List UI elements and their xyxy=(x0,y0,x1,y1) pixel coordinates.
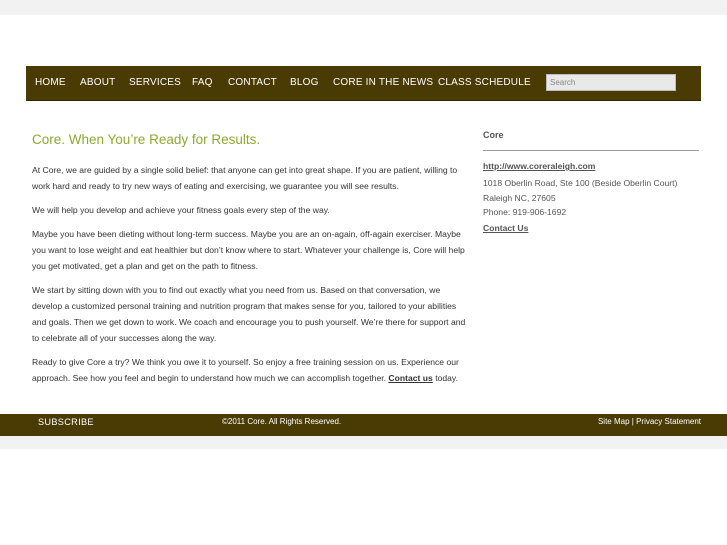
nav-faq[interactable]: FAQ xyxy=(192,66,213,100)
footer-separator: | xyxy=(631,417,634,426)
sidebar: Core http://www.coreraleigh.com 1018 Obe… xyxy=(483,128,699,236)
subscribe-link[interactable]: SUBSCRIBE xyxy=(38,414,94,430)
challenge-paragraph: Maybe you have been dieting without long… xyxy=(32,229,465,271)
footer-links: Site Map | Privacy Statement xyxy=(598,414,701,429)
address-line-1: 1018 Oberlin Road, Ste 100 (Beside Oberl… xyxy=(483,178,678,188)
nav-home[interactable]: HOME xyxy=(35,66,66,100)
nav-services[interactable]: SERVICES xyxy=(129,66,181,100)
search-input[interactable] xyxy=(546,74,676,91)
goals-paragraph: We will help you develop and achieve you… xyxy=(32,205,330,215)
intro-paragraph: At Core, we are guided by a single solid… xyxy=(32,165,458,191)
contact-us-link[interactable]: Contact us xyxy=(388,373,432,383)
page-title: Core. When You’re Ready for Results. xyxy=(32,132,261,147)
footer: SUBSCRIBE ©2011 Core. All Rights Reserve… xyxy=(0,414,727,436)
copyright-text: ©2011 Core. All Rights Reserved. xyxy=(222,417,342,426)
process-paragraph: We start by sitting down with you to fin… xyxy=(32,285,466,343)
nav-core-in-the-news[interactable]: CORE IN THE NEWS xyxy=(333,66,433,100)
bottom-strip xyxy=(0,436,727,449)
phone-number: Phone: 919-906-1692 xyxy=(483,207,567,217)
sidebar-contact-link[interactable]: Contact Us xyxy=(483,220,699,236)
nav-blog[interactable]: BLOG xyxy=(290,66,319,100)
top-strip xyxy=(0,0,727,15)
main-content: Core. When You’re Ready for Results. At … xyxy=(32,130,472,394)
sidebar-title: Core xyxy=(483,130,504,140)
main-nav: HOME ABOUT SERVICES FAQ CONTACT BLOG COR… xyxy=(26,66,701,101)
nav-contact[interactable]: CONTACT xyxy=(228,66,277,100)
nav-class-schedule[interactable]: CLASS SCHEDULE xyxy=(438,66,531,100)
sidebar-divider xyxy=(483,150,699,151)
website-link[interactable]: http://www.coreraleigh.com xyxy=(483,159,699,173)
cta-end-text: today. xyxy=(435,373,458,383)
address-line-2: Raleigh NC, 27605 xyxy=(483,192,556,203)
site-map-link[interactable]: Site Map xyxy=(598,417,630,426)
privacy-statement-link[interactable]: Privacy Statement xyxy=(636,417,701,426)
nav-about[interactable]: ABOUT xyxy=(80,66,115,100)
cta-paragraph: Ready to give Core a try? We think you o… xyxy=(32,354,472,386)
